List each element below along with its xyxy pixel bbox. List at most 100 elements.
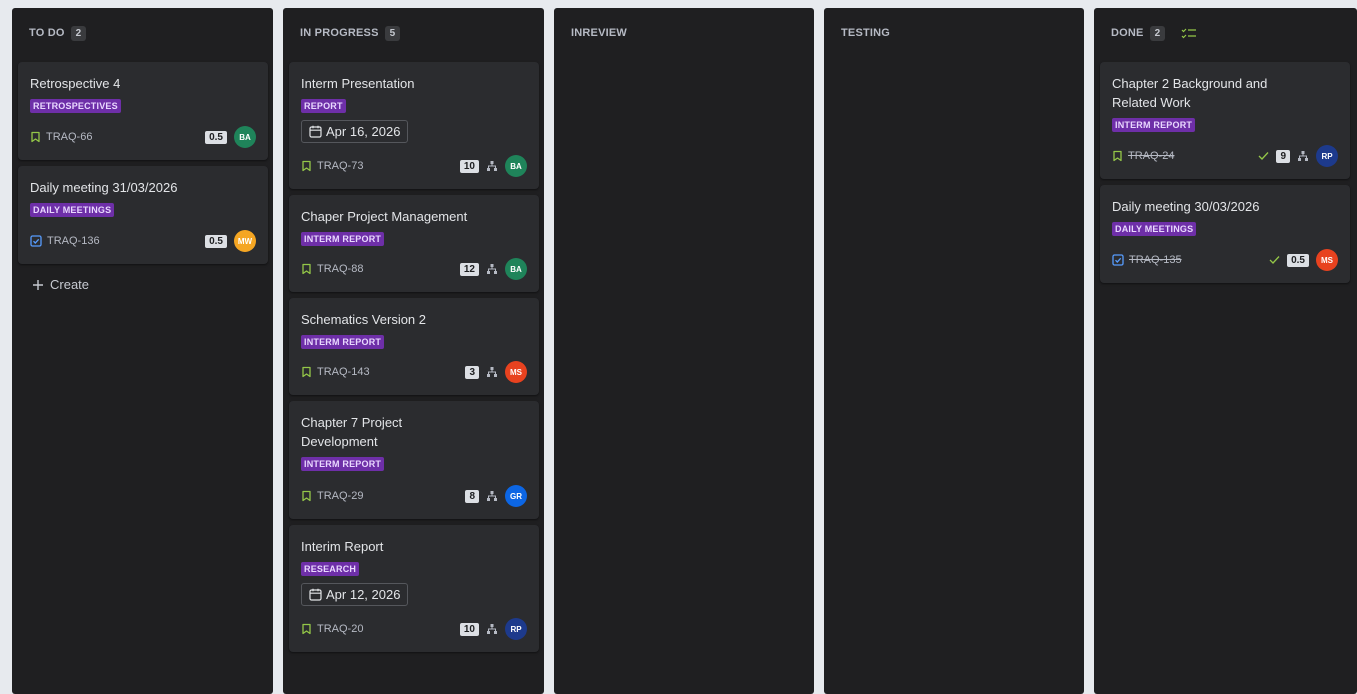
story-icon xyxy=(301,490,312,502)
card-label: RESEARCH xyxy=(301,562,360,576)
card-label: DAILY MEETINGS xyxy=(1112,222,1197,236)
story-points: 12 xyxy=(459,262,479,276)
due-date-text: Apr 16, 2026 xyxy=(326,124,401,139)
card-traq-143[interactable]: Schematics Version 2 INTERM REPORT TRAQ-… xyxy=(289,298,539,395)
card-traq-20[interactable]: Interim Report RESEARCH Apr 12, 2026 TRA… xyxy=(289,525,539,652)
story-icon xyxy=(301,263,312,275)
story-points: 3 xyxy=(465,365,479,379)
column-header: IN PROGRESS 5 xyxy=(300,25,401,41)
subtasks-icon xyxy=(486,623,498,635)
card-title-line: Development xyxy=(301,434,378,449)
card-traq-88[interactable]: Chaper Project Management INTERM REPORT … xyxy=(289,195,539,292)
task-icon xyxy=(1112,254,1124,266)
avatar[interactable]: BA xyxy=(505,258,527,280)
issue-key[interactable]: TRAQ-136 xyxy=(47,235,100,247)
subtasks-icon xyxy=(1297,150,1309,162)
due-date[interactable]: Apr 12, 2026 xyxy=(301,583,409,606)
story-points: 9 xyxy=(1276,149,1290,163)
issue-key[interactable]: TRAQ-73 xyxy=(317,160,363,172)
subtasks-icon xyxy=(486,160,498,172)
calendar-icon xyxy=(309,125,322,138)
create-label: Create xyxy=(50,277,90,292)
avatar[interactable]: BA xyxy=(234,126,256,148)
issue-key[interactable]: TRAQ-29 xyxy=(317,490,363,502)
card-title-line: Chapter 7 Project xyxy=(301,415,403,430)
card-traq-24[interactable]: Chapter 2 Background and Related Work IN… xyxy=(1100,62,1350,179)
issue-key[interactable]: TRAQ-88 xyxy=(317,263,363,275)
card-title-line: Related Work xyxy=(1112,95,1191,110)
avatar[interactable]: MS xyxy=(1316,249,1338,271)
task-icon xyxy=(30,235,42,247)
issue-key[interactable]: TRAQ-24 xyxy=(1128,150,1174,162)
card-traq-73[interactable]: Interm Presentation REPORT Apr 16, 2026 … xyxy=(289,62,539,189)
column-title: TO DO xyxy=(29,27,65,39)
column-header: DONE 2 xyxy=(1111,25,1197,41)
card-title: Interim Report xyxy=(301,539,384,554)
card-label: INTERM REPORT xyxy=(301,335,385,349)
card-traq-66[interactable]: Retrospective 4 RETROSPECTIVES TRAQ-66 0… xyxy=(18,62,268,160)
avatar[interactable]: RP xyxy=(505,618,527,640)
story-points: 10 xyxy=(459,159,479,173)
avatar[interactable]: MS xyxy=(505,361,527,383)
card-label: INTERM REPORT xyxy=(301,232,385,246)
story-icon xyxy=(301,366,312,378)
story-points: 0.5 xyxy=(1287,253,1309,267)
column-title: INREVIEW xyxy=(571,27,627,39)
card-traq-135[interactable]: Daily meeting 30/03/2026 DAILY MEETINGS … xyxy=(1100,185,1350,283)
issue-key[interactable]: TRAQ-143 xyxy=(317,366,370,378)
due-date-text: Apr 12, 2026 xyxy=(326,587,401,602)
done-checklist-icon xyxy=(1181,27,1197,39)
column-title: DONE xyxy=(1111,27,1144,39)
card-title: Daily meeting 30/03/2026 xyxy=(1112,199,1260,214)
issue-key[interactable]: TRAQ-135 xyxy=(1129,254,1182,266)
card-label: REPORT xyxy=(301,99,346,113)
column-count: 2 xyxy=(1149,25,1166,41)
column-in-progress: IN PROGRESS 5 Interm Presentation REPORT… xyxy=(283,8,544,694)
column-todo: TO DO 2 Retrospective 4 RETROSPECTIVES T… xyxy=(12,8,273,694)
subtasks-icon xyxy=(486,490,498,502)
due-date[interactable]: Apr 16, 2026 xyxy=(301,120,409,143)
column-header: TESTING xyxy=(841,25,890,41)
calendar-icon xyxy=(309,588,322,601)
column-done: DONE 2 Chapter 2 Background and Related … xyxy=(1094,8,1357,694)
story-points: 8 xyxy=(465,489,479,503)
avatar[interactable]: RP xyxy=(1316,145,1338,167)
card-title: Schematics Version 2 xyxy=(301,312,427,327)
avatar[interactable]: GR xyxy=(505,485,527,507)
story-icon xyxy=(301,623,312,635)
column-header: TO DO 2 xyxy=(29,25,87,41)
column-title: TESTING xyxy=(841,27,891,39)
card-title: Chapter 7 Project Development xyxy=(301,413,527,451)
check-icon xyxy=(1269,255,1280,265)
issue-key[interactable]: TRAQ-20 xyxy=(317,623,363,635)
card-label: DAILY MEETINGS xyxy=(30,203,115,217)
avatar[interactable]: MW xyxy=(234,230,256,252)
column-title: IN PROGRESS xyxy=(300,27,379,39)
column-header: INREVIEW xyxy=(571,25,627,41)
card-title: Retrospective 4 xyxy=(30,76,121,91)
create-button[interactable]: Create xyxy=(32,277,89,292)
story-points: 0.5 xyxy=(205,234,227,248)
subtasks-icon xyxy=(486,263,498,275)
card-label: RETROSPECTIVES xyxy=(30,99,121,113)
card-title: Interm Presentation xyxy=(301,76,415,91)
story-icon xyxy=(30,131,41,143)
kanban-board: TO DO 2 Retrospective 4 RETROSPECTIVES T… xyxy=(12,8,1357,694)
check-icon xyxy=(1258,151,1269,161)
column-testing: TESTING xyxy=(824,8,1084,694)
column-inreview: INREVIEW xyxy=(554,8,814,694)
avatar[interactable]: BA xyxy=(505,155,527,177)
plus-icon xyxy=(32,279,44,291)
column-count: 5 xyxy=(384,25,401,41)
card-label: INTERM REPORT xyxy=(301,457,385,471)
card-title: Chapter 2 Background and Related Work xyxy=(1112,74,1338,112)
card-title: Chaper Project Management xyxy=(301,209,468,224)
story-icon xyxy=(301,160,312,172)
card-traq-29[interactable]: Chapter 7 Project Development INTERM REP… xyxy=(289,401,539,519)
card-traq-136[interactable]: Daily meeting 31/03/2026 DAILY MEETINGS … xyxy=(18,166,268,264)
story-icon xyxy=(1112,150,1123,162)
story-points: 0.5 xyxy=(205,130,227,144)
card-title: Daily meeting 31/03/2026 xyxy=(30,180,178,195)
card-title-line: Chapter 2 Background and xyxy=(1112,76,1268,91)
issue-key[interactable]: TRAQ-66 xyxy=(46,131,92,143)
